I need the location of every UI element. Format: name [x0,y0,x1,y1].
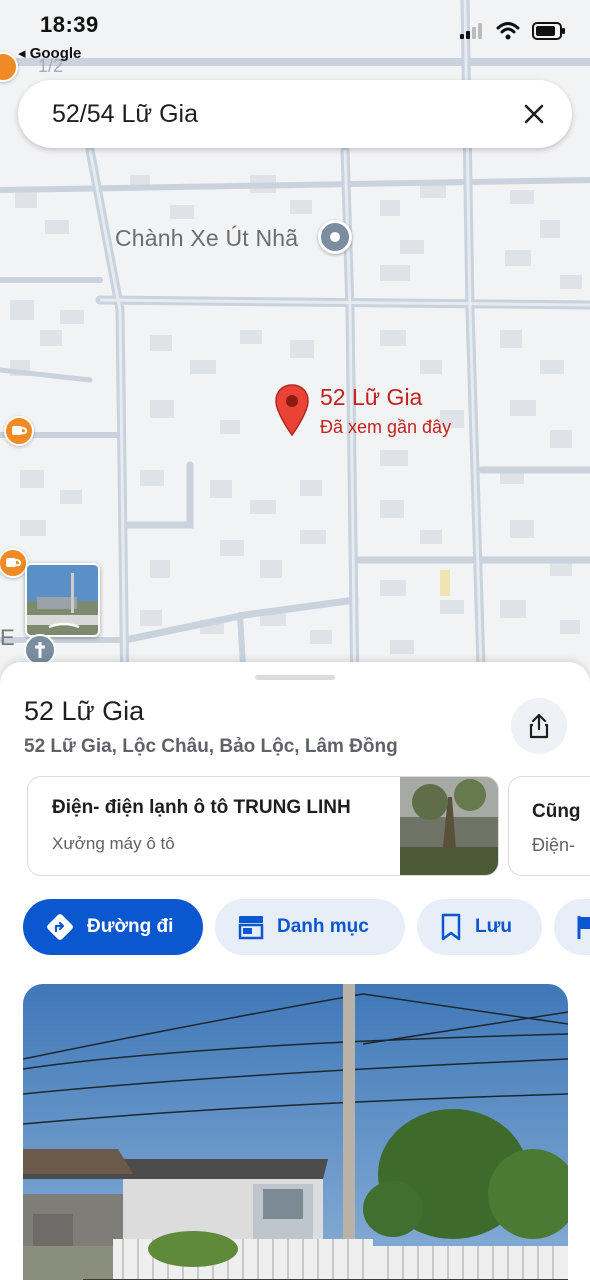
category-label: Danh mục [277,916,369,937]
nearby-card-subtitle: Xưởng máy ô tô [52,834,175,853]
back-to-app-link[interactable]: ◂ Google [18,44,81,62]
nearby-card-title: Điện- điện lạnh ô tô TRUNG LINH [52,797,351,818]
battery-icon [532,22,565,40]
search-bar[interactable]: 52/54 Lữ Gia [18,80,572,148]
storefront-icon [238,916,264,940]
cellular-signal-icon [460,23,482,39]
nearby-card[interactable]: Cũng Điện- [508,776,590,876]
category-button[interactable]: Danh mục [215,899,405,955]
pin-title: 52 Lữ Gia [320,384,423,410]
place-address: 52 Lữ Gia, Lộc Châu, Bảo Lộc, Lâm Đồng [24,736,398,757]
more-action-button[interactable] [554,899,590,955]
directions-button[interactable]: Đường đi [23,899,203,955]
search-input[interactable]: 52/54 Lữ Gia [52,100,198,129]
place-title: 52 Lữ Gia [24,696,145,726]
map-view[interactable]: 18:39 ◂ Google 1/2 52/54 Lữ Gia Chành Xe… [0,0,590,700]
place-photo[interactable] [23,984,568,1280]
directions-label: Đường đi [87,916,174,937]
place-sheet[interactable]: 52 Lữ Gia 52 Lữ Gia, Lộc Châu, Bảo Lộc, … [0,662,590,1280]
poi-pin-icon[interactable] [318,220,352,254]
close-icon[interactable] [516,96,552,132]
share-button[interactable] [511,698,567,754]
nearby-card[interactable]: Điện- điện lạnh ô tô TRUNG LINH Xưởng má… [27,776,499,876]
map-edge-label: E [0,625,15,650]
nearby-card-title: Cũng [532,801,581,822]
directions-icon [47,914,73,940]
save-button[interactable]: Lưu [417,899,542,955]
nearby-card-subtitle: Điện- [532,835,576,855]
wifi-icon [496,22,520,40]
pin-subtitle: Đã xem gần đây [320,417,452,437]
drag-handle[interactable] [255,675,335,680]
status-bar: 18:39 ◂ Google [0,0,590,62]
flag-icon [577,916,590,939]
status-time: 18:39 [40,12,99,37]
poi-label[interactable]: Chành Xe Út Nhã [115,225,298,252]
nearby-card-photo [400,777,498,875]
save-label: Lưu [475,916,512,937]
status-icons [460,22,566,40]
street-view-thumbnail[interactable] [25,563,100,637]
bookmark-icon [441,913,461,941]
cafe-marker-icon[interactable] [4,416,34,446]
location-pin-icon[interactable] [274,383,310,439]
share-icon [529,713,549,739]
